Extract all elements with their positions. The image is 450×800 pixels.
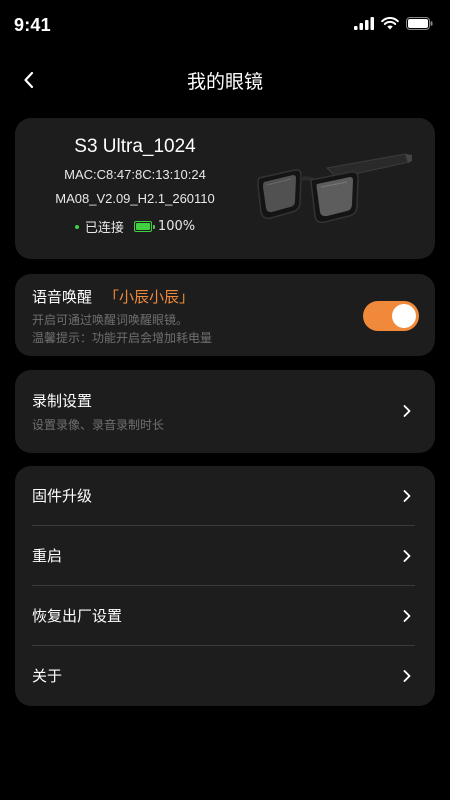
connected-dot-icon <box>74 224 79 229</box>
menu-item-factory-reset[interactable]: 恢复出厂设置 <box>15 586 435 646</box>
chevron-right-icon <box>403 405 411 417</box>
device-mac: MAC:C8:47:8C:13:10:24 <box>64 167 206 182</box>
voice-wake-card: 语音唤醒 「小辰小辰」 开启可通过唤醒词唤醒眼镜。 温馨提示：功能开启会增加耗电… <box>15 274 435 356</box>
chevron-right-icon <box>403 490 411 502</box>
record-settings-title: 录制设置 <box>32 392 93 410</box>
battery-percent: 100% <box>157 219 196 234</box>
nav-bar: 我的眼镜 <box>0 55 450 105</box>
voice-wake-desc-line1: 开启可通过唤醒词唤醒眼镜。 <box>32 313 189 327</box>
settings-menu-card: 固件升级 重启 恢复出厂设置 关于 <box>15 466 435 706</box>
menu-item-label: 恢复出厂设置 <box>32 607 123 625</box>
connection-status: 已连接 100% <box>15 217 255 236</box>
menu-item-restart[interactable]: 重启 <box>15 526 435 586</box>
record-settings-subtitle: 设置录像、录音录制时长 <box>32 418 165 432</box>
menu-item-about[interactable]: 关于 <box>15 646 435 706</box>
menu-item-label: 关于 <box>32 667 63 685</box>
wake-word: 「小辰小辰」 <box>104 288 195 306</box>
device-card: S3 Ultra_1024 MAC:C8:47:8C:13:10:24 MA08… <box>15 118 435 259</box>
voice-wake-title-row: 语音唤醒 「小辰小辰」 <box>32 286 194 307</box>
voice-wake-desc-line2: 温馨提示：功能开启会增加耗电量 <box>32 331 213 345</box>
signal-icon <box>354 17 374 30</box>
device-firmware: MA08_V2.09_H2.1_260110 <box>55 191 215 206</box>
connection-label: 已连接 <box>84 221 124 236</box>
glasses-image <box>257 153 412 224</box>
voice-wake-toggle[interactable] <box>363 301 419 331</box>
menu-item-firmware-upgrade[interactable]: 固件升级 <box>15 466 435 526</box>
menu-item-label: 重启 <box>32 547 63 565</box>
chevron-right-icon <box>403 610 411 622</box>
chevron-right-icon <box>403 550 411 562</box>
status-bar: 9:41 <box>0 0 450 50</box>
device-name: S3 Ultra_1024 <box>74 136 196 157</box>
status-icons <box>354 17 433 30</box>
toggle-knob <box>392 304 416 328</box>
page-title: 我的眼镜 <box>186 71 263 93</box>
status-time: 9:41 <box>14 15 51 35</box>
battery-icon <box>133 221 155 232</box>
chevron-right-icon <box>403 670 411 682</box>
record-settings-card[interactable]: 录制设置 设置录像、录音录制时长 <box>15 370 435 453</box>
wifi-icon <box>381 17 399 30</box>
voice-wake-description: 开启可通过唤醒词唤醒眼镜。 温馨提示：功能开启会增加耗电量 <box>32 311 212 347</box>
voice-wake-title: 语音唤醒 <box>32 288 93 306</box>
menu-item-label: 固件升级 <box>32 487 93 505</box>
battery-status-icon <box>406 17 433 30</box>
